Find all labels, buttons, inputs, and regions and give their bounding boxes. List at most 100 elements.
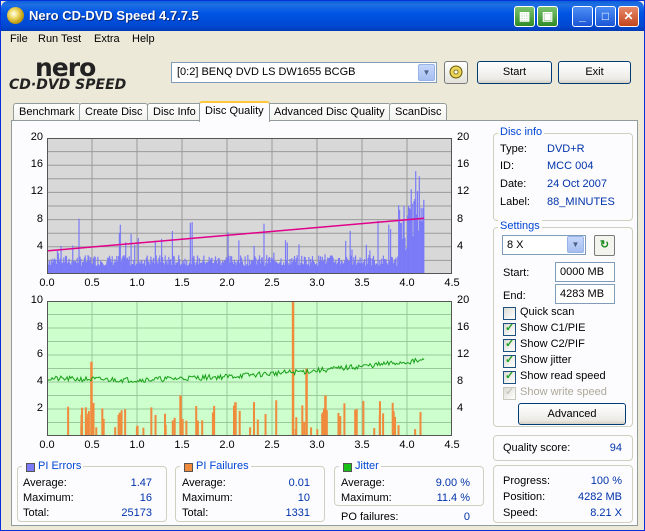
pi-failure-bar [90,361,93,436]
speed-select[interactable]: 8 X ▼ [502,235,586,255]
refresh-speed-icon[interactable]: ↻ [594,235,615,256]
pi-failure-bar [173,417,176,436]
pi-failure-bar [264,414,267,436]
pi-errors-avg-label: Average: [23,477,67,489]
jitter-swatch [343,463,352,472]
pi-errors-total-label: Total: [23,507,50,519]
disc-refresh-button[interactable] [444,61,468,84]
title-bar[interactable]: Nero CD-DVD Speed 4.7.7.5 ▦ ▣ _ □ ✕ [1,1,644,31]
x-tick-label: 1.0 [129,277,145,289]
jitter-max-value: 11.4 % [436,492,470,504]
x-tick-label: 2.5 [264,277,280,289]
pi-failure-bar [120,410,123,436]
y-left-tick-label: 6 [36,348,43,360]
show-c1pie-checkbox[interactable] [503,321,516,336]
disc-id-value: MCC 004 [547,160,594,172]
app-window: Nero CD-DVD Speed 4.7.7.5 ▦ ▣ _ □ ✕ File… [0,0,645,531]
x-tick-label: 1.0 [129,439,145,451]
quick-scan-checkbox[interactable] [503,307,516,320]
pi-failure-bar [102,418,105,436]
pi-failure-bar [154,415,157,436]
show-jitter-checkbox[interactable] [503,353,516,368]
pi-failure-bar [414,429,417,436]
pi-failure-bar [362,400,365,436]
x-tick-label: 4.0 [399,439,415,451]
x-tick-label: 2.5 [264,439,280,451]
save-icon[interactable]: ▣ [537,6,558,27]
quality-score-label: Quality score: [503,442,571,454]
pi-errors-max-label: Maximum: [23,492,74,504]
pi-failures-max-label: Maximum: [182,492,233,504]
y-right-tick-label: 8 [457,375,464,387]
y-left-tick-label: 8 [36,321,43,333]
end-label: End: [503,290,526,302]
y-left-tick-label: 10 [30,294,43,306]
pi-failure-bar [252,402,255,436]
y-right-tick-label: 12 [457,348,470,360]
pi-failures-total-value: 1331 [285,507,310,519]
pi-failure-bar [136,425,139,436]
minimize-button[interactable]: _ [572,6,593,27]
start-label: Start: [503,267,530,279]
maximize-button[interactable]: □ [595,6,616,27]
x-tick-label: 4.5 [444,277,460,289]
show-c2pif-checkbox[interactable] [503,337,516,352]
pi-errors-max-value: 16 [139,492,152,504]
close-button[interactable]: ✕ [618,6,639,27]
pi-failure-bar [87,410,90,436]
pi-failure-bar [124,409,127,436]
pi-failure-bar [95,427,98,436]
toolbar-extra-icon[interactable]: ▦ [514,6,535,27]
pi-failure-bar [92,402,95,436]
menu-run-test[interactable]: Run Test [38,33,81,45]
tab-advanced-disc-quality[interactable]: Advanced Disc Quality [268,103,391,121]
pi-failure-bar [393,428,396,436]
y-right-tick-label: 20 [457,294,470,306]
tab-disc-quality[interactable]: Disc Quality [199,101,270,122]
drive-select[interactable]: [0:2] BENQ DVD LS DW1655 BCGB ▼ [171,62,437,83]
speed-label: Speed: [503,507,538,519]
end-input[interactable]: 4283 MB [555,284,615,304]
po-failures-value: 0 [463,511,470,523]
disc-quality-panel: Disc info Type: DVD+R ID: MCC 004 Date: … [11,120,638,526]
tab-scandisc[interactable]: ScanDisc [389,103,448,121]
speed-select-value: 8 X [507,239,524,251]
y-left-tick-label: 4 [36,375,43,387]
pi-failures-avg-label: Average: [182,477,226,489]
y-right-tick-label: 4 [457,402,464,414]
y-right-tick-label: 20 [457,131,470,143]
tab-benchmark[interactable]: Benchmark [13,103,81,121]
start-input[interactable]: 0000 MB [555,262,615,282]
chevron-down-icon[interactable]: ▼ [567,236,584,253]
pi-failure-bar [181,418,184,436]
tab-create-disc[interactable]: Create Disc [79,103,149,121]
show-read-speed-checkbox[interactable] [503,369,516,384]
pi-error-bar [423,199,425,274]
pi-failures-total-label: Total: [182,507,209,519]
start-button[interactable]: Start [477,61,552,84]
advanced-button[interactable]: Advanced [518,403,626,425]
show-write-speed-label: Show write speed [520,386,607,398]
y-right-tick-label: 8 [457,212,464,225]
position-label: Position: [503,491,546,503]
position-value: 4282 MB [577,491,622,503]
pi-failure-bar [354,409,357,436]
menu-extra[interactable]: Extra [94,33,120,45]
pi-failure-bar [114,427,117,436]
exit-button[interactable]: Exit [558,61,631,84]
pi-failure-bar [238,410,241,436]
quality-score-value: 94 [609,442,622,454]
pi-errors-avg-value: 1.47 [130,477,152,489]
pi-failure-bar [397,425,400,436]
disc-date-value: 24 Oct 2007 [547,178,607,190]
chevron-down-icon[interactable]: ▼ [418,64,435,81]
menu-bar: File Run Test Extra Help [2,31,643,49]
pi-failure-bar [249,427,252,436]
pi-failure-bar [256,419,259,436]
x-tick-label: 3.5 [354,439,370,451]
pi-failure-bar [305,368,308,436]
menu-help[interactable]: Help [132,33,155,45]
show-c2pif-label: Show C2/PIF [520,338,585,350]
tab-disc-info[interactable]: Disc Info [147,103,202,121]
menu-file[interactable]: File [10,33,28,45]
